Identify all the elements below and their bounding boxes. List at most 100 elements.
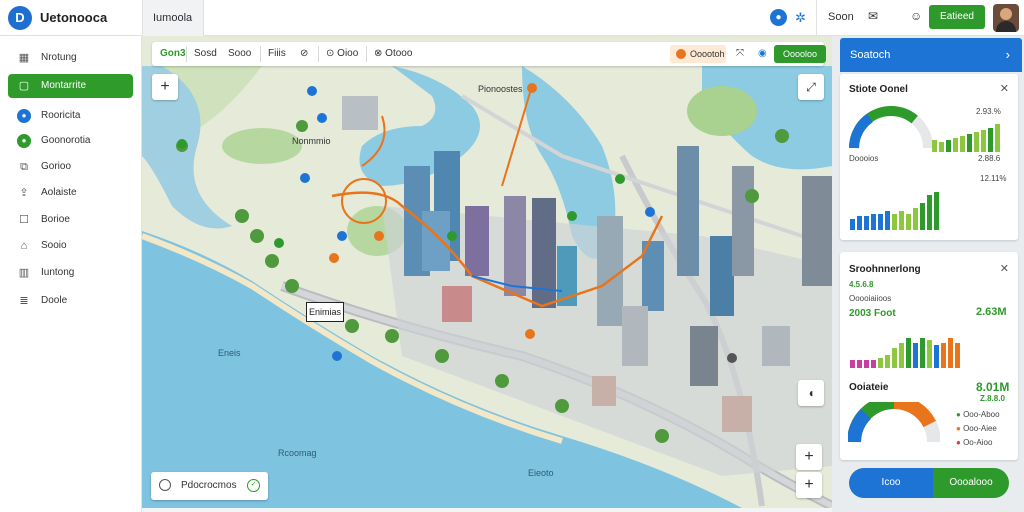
legend-item: ● Ooo-Aboo (956, 410, 1000, 419)
bar (981, 130, 986, 152)
rating-stars: 4.5.6.8 (849, 280, 874, 289)
zoom-in-button[interactable]: + (152, 74, 178, 100)
expand-icon[interactable]: ⤧ (736, 48, 744, 59)
card-title: Sroohnnerlong (849, 264, 921, 275)
sidebar-item-label: Goonorotia (41, 135, 91, 146)
bar (913, 208, 918, 230)
map-tool-pin-icon[interactable]: ⊘ (300, 48, 308, 59)
gauge-chart (849, 106, 933, 149)
map-callout[interactable]: Enimias (306, 302, 344, 322)
map-tool-0[interactable]: Sosd (194, 48, 217, 59)
map-filter-label: Ooootoh (690, 49, 725, 59)
water-label: Eneis (218, 348, 241, 358)
map-apply-button[interactable]: Ooooloo (774, 45, 826, 63)
blue-dot-icon: ● (17, 109, 31, 123)
primary-action-button[interactable]: Eatieed (929, 5, 985, 29)
close-icon[interactable]: ✕ (1000, 262, 1009, 275)
map-layer-tab[interactable]: Gon3 (160, 48, 186, 59)
search-link[interactable]: Soon (828, 11, 854, 23)
legend-item: ● Oo-Aioo (956, 438, 992, 447)
sidebar-item-0[interactable]: ▦ Nrotung (8, 46, 133, 70)
map-view[interactable]: Gon3 Sosd Sooo Fiiis ⊘ ⊙ Oioo ⊗ Otooo Oo… (142, 36, 832, 508)
app-logo-icon[interactable]: D (8, 6, 32, 30)
panel-primary-button[interactable]: Oooalooo (933, 468, 1009, 498)
gauge-chart-2 (848, 402, 940, 443)
sidebar-item-label: Rooricita (41, 110, 81, 121)
bar (857, 216, 862, 230)
card-title: Stiote Oonel (849, 84, 908, 95)
sidebar-item-label: Doole (41, 295, 68, 306)
share-icon: ⇪ (19, 187, 29, 199)
bar (864, 216, 869, 230)
sidebar-item-label: Borioe (41, 214, 70, 225)
bar (913, 343, 918, 368)
sidebar-item-8[interactable]: ▥ Iuntong (8, 261, 133, 285)
grid-icon: ▦ (18, 52, 30, 64)
bar (878, 358, 883, 368)
check-icon[interactable]: ✓ (247, 479, 260, 492)
avatar[interactable] (993, 4, 1019, 32)
sidebar-item-5[interactable]: ⇪ Aolaiste (8, 181, 133, 205)
bar (934, 192, 939, 230)
bar (927, 340, 932, 368)
map-filter-orange[interactable]: Ooootoh (670, 45, 726, 63)
sidebar: ▦ Nrotung ▢ Montarrite ● Rooricita ● Goo… (0, 36, 142, 512)
settings-icon[interactable]: ✲ (792, 9, 809, 26)
bar (953, 138, 958, 152)
sidebar-item-1[interactable]: ▢ Montarrite (8, 74, 133, 98)
sidebar-item-7[interactable]: ⌂ Sooio (8, 234, 133, 258)
bar (960, 136, 965, 152)
panel-secondary-button[interactable]: Icoo (849, 468, 933, 498)
map-zoom-in-button[interactable]: + (796, 444, 822, 470)
panel-header: Soatoch › (840, 38, 1022, 72)
map-tool-1[interactable]: Sooo (228, 48, 251, 59)
bar-chart (850, 336, 960, 368)
bar (939, 142, 944, 152)
top-tab[interactable]: Iumoola (142, 0, 204, 36)
map-tool-4[interactable]: ⊗ Otooo (374, 48, 412, 59)
map-tool-4-label: Otooo (385, 48, 413, 59)
box-icon: ☐ (19, 214, 29, 226)
map-tool-2[interactable]: Fiiis (268, 48, 286, 59)
map-search-box[interactable]: Pdocrocmos ✓ (151, 472, 268, 500)
sidebar-item-4[interactable]: ⧉ Gorioo (8, 155, 133, 179)
map-zoom-out-button[interactable]: + (796, 472, 822, 498)
sidebar-item-label: Nrotung (41, 52, 77, 63)
map-tool-3[interactable]: ⊙ Oioo (326, 48, 358, 59)
stack-icon: ⧉ (20, 161, 28, 173)
map-tool-3-label: Oioo (337, 48, 359, 59)
fullscreen-icon[interactable]: ⤢ (798, 74, 824, 100)
bar (941, 343, 946, 368)
bar (927, 195, 932, 230)
place-label: Pionoostes (478, 84, 523, 94)
bar (934, 345, 939, 368)
bar (906, 338, 911, 368)
legend-dot: ● (956, 438, 961, 447)
sidebar-item-3[interactable]: ● Goonorotia (8, 129, 133, 153)
compass-icon[interactable]: ◖ (798, 380, 824, 406)
sidebar-item-9[interactable]: ≣ Doole (8, 289, 133, 313)
top-bar: D Uetonooca Iumoola ● ✲ Soon ✉ ☺ Eatieed (0, 0, 1024, 36)
bar-chart-small (932, 122, 1000, 152)
stat-value: 2.93.% (976, 107, 1001, 116)
notification-icon[interactable]: ● (770, 9, 787, 26)
bar (946, 140, 951, 152)
sidebar-item-label: Iuntong (41, 267, 75, 278)
sidebar-item-6[interactable]: ☐ Borioe (8, 208, 133, 232)
bar (948, 338, 953, 368)
sidebar-item-label: Sooio (41, 240, 67, 251)
stats-card: Stiote Oonel ✕ 2.93.% Doooios 2.88.6 12.… (840, 74, 1018, 240)
district-label: Nonmmio (292, 136, 331, 146)
bar (850, 219, 855, 230)
close-icon[interactable]: ✕ (1000, 82, 1009, 95)
bar (920, 338, 925, 368)
emoji-icon[interactable]: ☺ (910, 9, 922, 23)
layers-icon: ≣ (19, 295, 29, 307)
chevron-right-icon[interactable]: › (1006, 47, 1010, 62)
location-icon[interactable]: ◉ (758, 48, 767, 59)
sidebar-item-label: Gorioo (41, 161, 72, 172)
bar (878, 214, 883, 230)
mail-icon[interactable]: ✉ (868, 9, 878, 23)
sidebar-item-2[interactable]: ● Rooricita (8, 104, 133, 128)
bar (988, 128, 993, 152)
